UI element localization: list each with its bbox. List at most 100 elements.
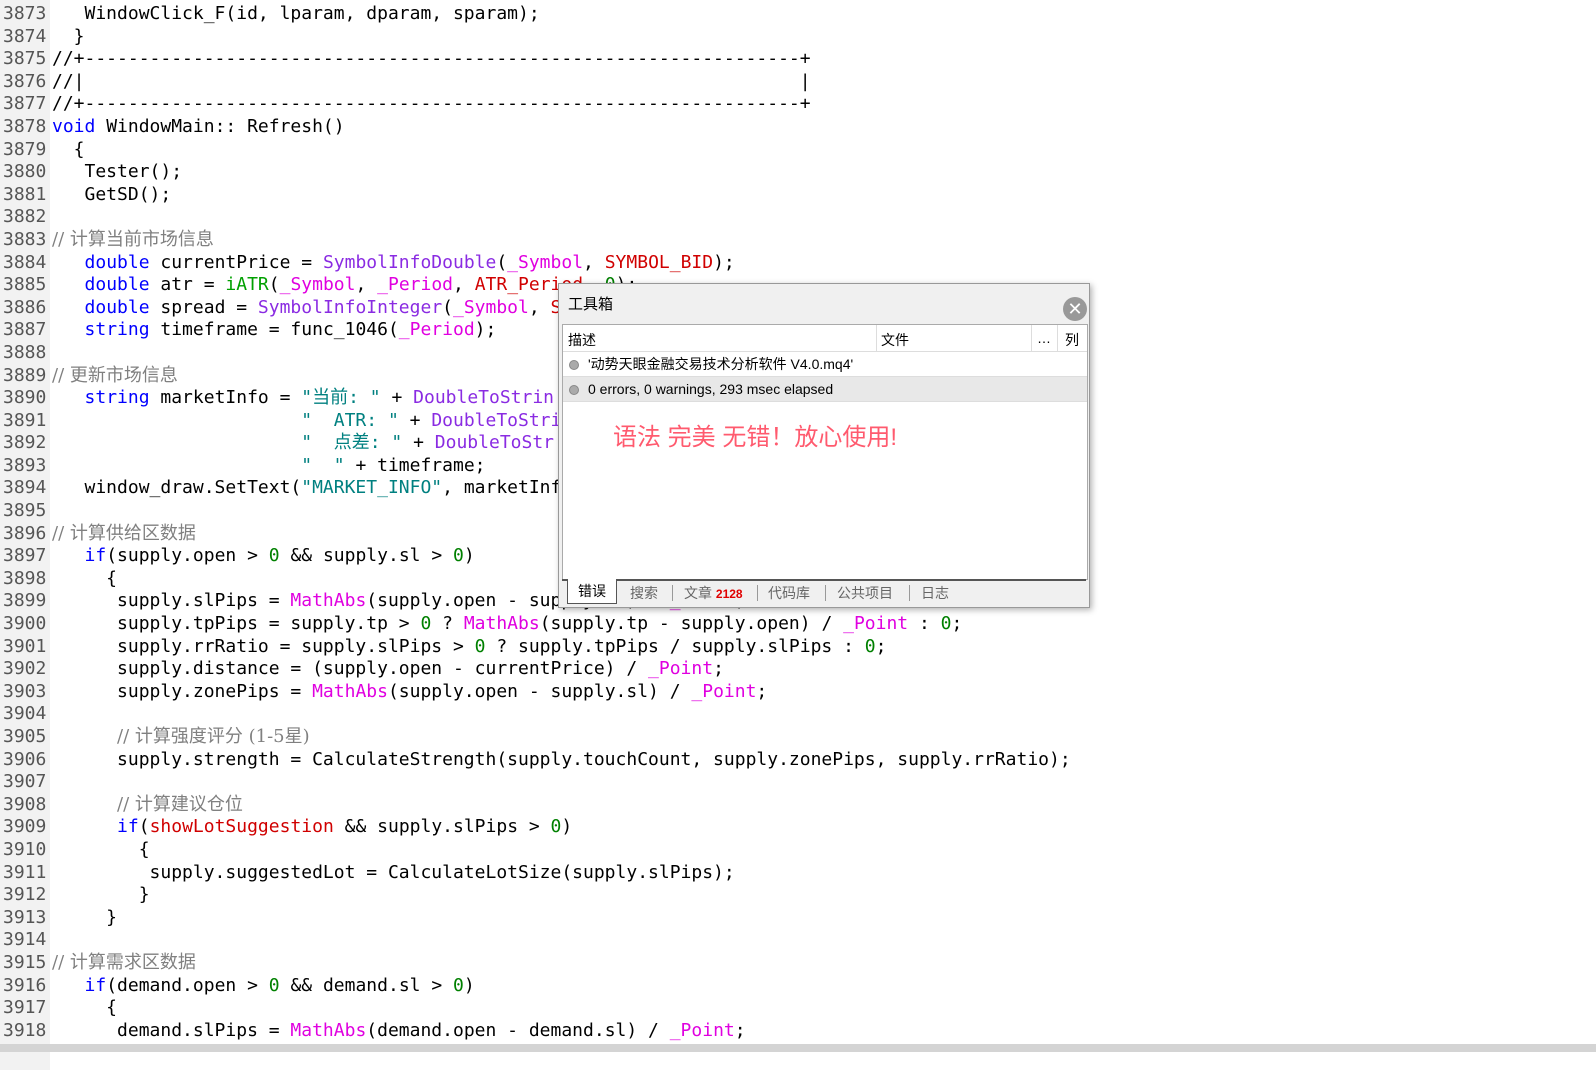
code-token: supply.distance = (supply.open - current… — [52, 658, 649, 680]
column-file[interactable]: 文件 — [881, 330, 909, 350]
column-divider[interactable] — [1031, 325, 1032, 351]
code-line[interactable]: 3912 } — [0, 884, 1596, 907]
code-line[interactable]: 3901 supply.rrRatio = supply.slPips > 0 … — [0, 636, 1596, 659]
code-token: // 计算当前市场信息 — [52, 228, 214, 250]
code-line[interactable]: 3877//+---------------------------------… — [0, 93, 1596, 116]
code-token: double — [84, 251, 150, 273]
code-line[interactable]: 3882 — [0, 206, 1596, 229]
code-line[interactable]: 3883// 计算当前市场信息 — [0, 229, 1596, 252]
tab-errors[interactable]: 错误 — [567, 579, 617, 604]
code-text: // 计算强度评分 (1-5星) — [52, 726, 310, 749]
code-token: _Point — [691, 680, 757, 702]
code-line[interactable]: 3911 supply.suggestedLot = CalculateLotS… — [0, 862, 1596, 885]
line-number: 3915 — [3, 951, 47, 973]
status-dot-icon — [569, 385, 579, 395]
code-line[interactable]: 3878 void WindowMain:: Refresh() — [0, 116, 1596, 139]
list-item[interactable]: '动势天眼金融交易技术分析软件 V4.0.mq4' — [563, 352, 1087, 376]
code-token: + — [402, 432, 435, 454]
code-token: double — [84, 296, 150, 318]
code-line[interactable]: 3873 WindowClick_F(id, lparam, dparam, s… — [0, 3, 1596, 26]
column-divider[interactable] — [1057, 325, 1058, 351]
code-text: { — [52, 568, 117, 591]
tab-divider — [757, 585, 758, 601]
code-line[interactable]: 3918 demand.slPips = MathAbs(demand.open… — [0, 1020, 1596, 1043]
code-token: (demand.open > — [106, 974, 269, 996]
code-token: GetSD(); — [52, 183, 172, 205]
tab-articles[interactable]: 文章 2128 — [684, 583, 743, 603]
code-token: " " — [301, 454, 345, 476]
code-token: , marketInf — [442, 477, 562, 499]
code-text: } — [52, 907, 117, 930]
code-token: demand.slPips = — [52, 1019, 291, 1041]
code-token: "当前: " — [301, 387, 381, 409]
line-number: 3894 — [3, 477, 47, 499]
code-line[interactable]: 3904 — [0, 703, 1596, 726]
line-number: 3886 — [3, 296, 47, 318]
code-line[interactable]: 3916 if(demand.open > 0 && demand.sl > 0… — [0, 975, 1596, 998]
code-token: // 计算供给区数据 — [52, 522, 196, 544]
line-number: 3883 — [3, 228, 47, 250]
code-line[interactable]: 3876//| | — [0, 71, 1596, 94]
tab-codebase[interactable]: 代码库 — [768, 583, 810, 603]
line-number: 3916 — [3, 974, 47, 996]
code-token: _Point — [843, 613, 909, 635]
code-line[interactable]: 3902 supply.distance = (supply.open - cu… — [0, 658, 1596, 681]
code-line[interactable]: 3917 { — [0, 997, 1596, 1020]
code-line[interactable]: 3914 — [0, 929, 1596, 952]
code-line[interactable]: 3879 { — [0, 139, 1596, 162]
code-line[interactable]: 3884 double currentPrice = SymbolInfoDou… — [0, 252, 1596, 275]
column-col[interactable]: 列 — [1065, 330, 1079, 350]
code-line[interactable]: 3903 supply.zonePips = MathAbs(supply.op… — [0, 681, 1596, 704]
code-token: + timeframe; — [344, 454, 486, 476]
tab-projects[interactable]: 公共项目 — [837, 583, 893, 603]
close-icon[interactable]: ✕ — [1063, 297, 1087, 321]
code-line[interactable]: 3880 Tester(); — [0, 161, 1596, 184]
code-line[interactable]: 3905 // 计算强度评分 (1-5星) — [0, 726, 1596, 749]
line-number: 3911 — [3, 861, 47, 883]
code-token: DoubleToStrin — [413, 387, 555, 409]
list-item[interactable]: 0 errors, 0 warnings, 293 msec elapsed — [563, 376, 1087, 402]
code-token: if — [84, 974, 107, 996]
code-token: ( — [442, 296, 453, 318]
code-text: // 计算建议仓位 — [52, 794, 243, 817]
toolbox-tabs: 错误 搜索 文章 2128 代码库 公共项目 日志 — [562, 579, 1086, 607]
code-token: ; — [875, 635, 887, 657]
code-line[interactable]: 3908 // 计算建议仓位 — [0, 794, 1596, 817]
tab-journal[interactable]: 日志 — [921, 583, 949, 603]
column-divider[interactable] — [876, 325, 877, 351]
code-line[interactable]: 3915// 计算需求区数据 — [0, 952, 1596, 975]
code-line[interactable]: 3875//+---------------------------------… — [0, 48, 1596, 71]
code-text: // 更新市场信息 — [52, 365, 178, 388]
code-text: window_draw.SetText("MARKET_INFO", marke… — [52, 477, 562, 500]
code-token: { — [52, 838, 150, 860]
code-token: 0 — [453, 545, 464, 567]
column-more[interactable]: … — [1037, 330, 1051, 346]
code-token: //+-------------------------------------… — [52, 93, 811, 115]
code-line[interactable]: 3874 } — [0, 26, 1596, 49]
line-number: 3895 — [3, 500, 47, 522]
code-line[interactable]: 3907 — [0, 771, 1596, 794]
line-number: 3908 — [3, 793, 47, 815]
column-description[interactable]: 描述 — [568, 330, 596, 350]
line-number: 3896 — [3, 522, 47, 544]
tab-search[interactable]: 搜索 — [630, 583, 658, 603]
code-text: if(demand.open > 0 && demand.sl > 0) — [52, 975, 475, 998]
horizontal-scrollbar[interactable] — [0, 1044, 1596, 1052]
code-token: atr = — [149, 274, 226, 296]
code-line[interactable]: 3913 } — [0, 907, 1596, 930]
code-line[interactable]: 3881 GetSD(); — [0, 184, 1596, 207]
code-token: + — [398, 409, 432, 431]
code-line[interactable]: 3906 supply.strength = CalculateStrength… — [0, 749, 1596, 772]
code-line[interactable]: 3909 if(showLotSuggestion && supply.slPi… — [0, 816, 1596, 839]
code-token: supply.strength = CalculateStrength(supp… — [52, 748, 1071, 770]
code-text: demand.slPips = MathAbs(demand.open - de… — [52, 1020, 746, 1043]
code-line[interactable]: 3900 supply.tpPips = supply.tp > 0 ? Mat… — [0, 613, 1596, 636]
line-number: 3909 — [3, 816, 47, 838]
line-number: 3900 — [3, 613, 47, 635]
line-number: 3888 — [3, 341, 47, 363]
code-line[interactable]: 3910 { — [0, 839, 1596, 862]
